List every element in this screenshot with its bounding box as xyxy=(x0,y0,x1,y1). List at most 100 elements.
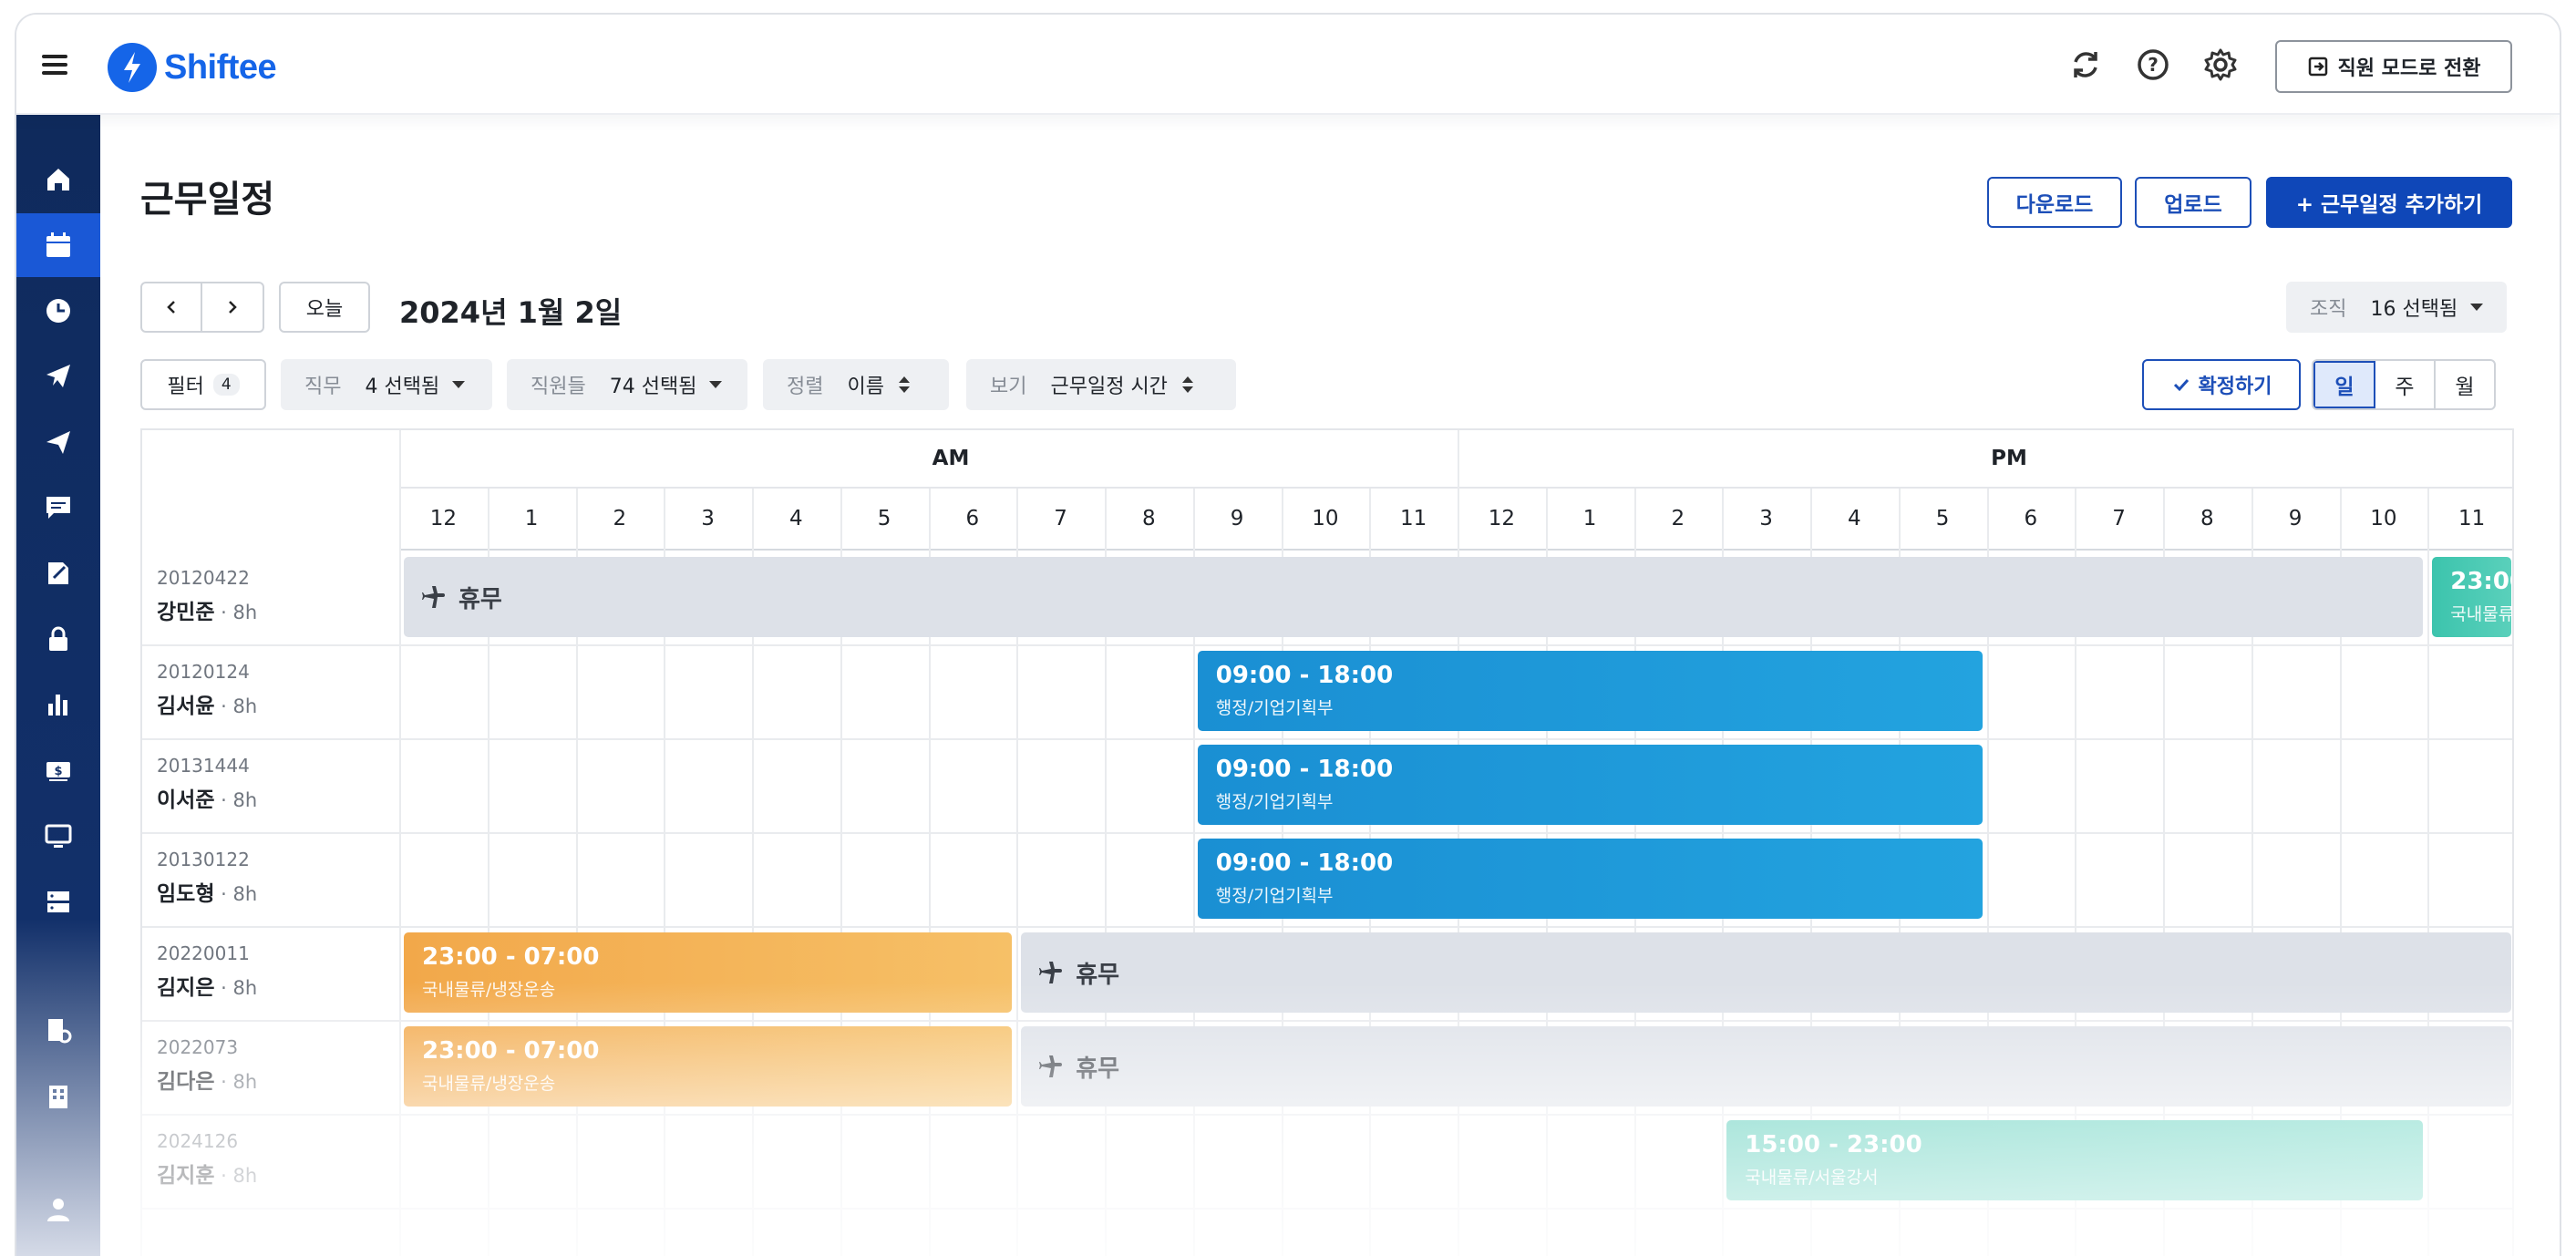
shift-department: 국내물류/냉장운송 xyxy=(422,1074,556,1094)
shift-block[interactable]: 09:00 - 18:00 행정/기업기획부 xyxy=(1197,745,1983,825)
staff-label: 직원들 xyxy=(531,376,586,398)
employee-cell[interactable]: 20220011 김지은 · 8h xyxy=(157,942,257,1001)
row-gridline xyxy=(142,1208,2512,1210)
confirm-button[interactable]: 확정하기 xyxy=(2142,359,2301,410)
view-select[interactable]: 보기 근무일정 시간 xyxy=(966,359,1236,410)
sidebar-item-profile[interactable] xyxy=(16,1178,100,1241)
logo[interactable]: Shiftee xyxy=(108,42,277,93)
day-off-block[interactable]: 휴무 xyxy=(1021,1026,2511,1107)
view-day-button[interactable]: 일 xyxy=(2313,361,2375,408)
sidebar-item-company[interactable] xyxy=(16,1065,100,1128)
shift-block[interactable]: 23:00 - 07:00 국내물류/냉장운송 xyxy=(404,1026,1013,1107)
employee-id: 20120124 xyxy=(157,661,250,683)
employee-hours: 8h xyxy=(232,977,258,999)
brand-name: Shiftee xyxy=(164,47,277,87)
sidebar-item-requests[interactable] xyxy=(16,410,100,474)
row-gridline xyxy=(142,1020,2512,1022)
sidebar-item-payroll[interactable]: $ xyxy=(16,738,100,802)
person-icon xyxy=(47,1199,69,1221)
caret-down-icon xyxy=(2470,304,2484,311)
shift-department: 국내물류/서울강서 xyxy=(1745,1168,1879,1188)
hour-header: 5 xyxy=(1898,489,1987,551)
message-icon xyxy=(46,497,70,519)
employee-name-line: 김지은 · 8h xyxy=(157,970,257,1001)
help-icon[interactable]: ? xyxy=(2135,46,2171,83)
sidebar-item-leave[interactable] xyxy=(16,345,100,408)
day-off-block[interactable]: 휴무 xyxy=(404,557,2424,637)
bar-chart-icon xyxy=(48,695,67,716)
employee-cell[interactable]: 20120124 김서윤 · 8h xyxy=(157,661,257,719)
shift-block[interactable]: 09:00 - 18:00 행정/기업기획부 xyxy=(1197,651,1983,731)
hour-header: 11 xyxy=(1369,489,1458,551)
sidebar-item-security[interactable] xyxy=(16,607,100,671)
shift-block[interactable]: 15:00 - 23:00 국내물류/서울강서 xyxy=(1726,1120,2424,1200)
hour-header: 10 xyxy=(1281,489,1370,551)
sidebar-item-attendance[interactable] xyxy=(16,279,100,343)
employee-cell[interactable]: 20130122 임도형 · 8h xyxy=(157,849,257,907)
am-header: AM xyxy=(399,430,1502,489)
sidebar-item-schedule[interactable] xyxy=(16,213,100,277)
day-off-label: 휴무 xyxy=(1076,961,1120,989)
sort-select[interactable]: 정렬 이름 xyxy=(763,359,949,410)
shift-block[interactable]: 09:00 - 18:00 행정/기업기획부 xyxy=(1197,839,1983,919)
settings-document-icon xyxy=(48,1019,72,1044)
sidebar-item-integrations[interactable] xyxy=(16,870,100,933)
org-label: 조직 xyxy=(2310,298,2347,321)
app-window: Shiftee ? 직원 모드로 전환 $ 근무일정 다운로드 업로드 + 근무… xyxy=(15,13,2561,1256)
employee-name: 이서준 xyxy=(157,788,215,812)
date-navigation xyxy=(140,282,264,333)
calendar-icon xyxy=(46,232,70,257)
hour-header: 1 xyxy=(1545,489,1634,551)
sidebar-item-reports[interactable] xyxy=(16,673,100,736)
switch-employee-mode-button[interactable]: 직원 모드로 전환 xyxy=(2275,40,2512,93)
employee-cell[interactable]: 2022073 김다은 · 8h xyxy=(157,1036,257,1095)
sidebar-item-admin-settings[interactable] xyxy=(16,999,100,1063)
sidebar-item-messages[interactable] xyxy=(16,476,100,540)
settings-icon[interactable] xyxy=(2202,46,2239,83)
refresh-icon[interactable] xyxy=(2067,46,2104,83)
next-day-button[interactable] xyxy=(202,283,263,331)
view-month-button[interactable]: 월 xyxy=(2436,361,2494,408)
shift-time: 09:00 - 18:00 xyxy=(1215,756,1394,783)
download-button[interactable]: 다운로드 xyxy=(1987,177,2122,228)
pm-header: PM xyxy=(1502,430,2512,489)
employee-cell[interactable]: 20131444 이서준 · 8h xyxy=(157,755,257,813)
employee-hours: 8h xyxy=(232,695,258,717)
sidebar-item-devices[interactable] xyxy=(16,804,100,868)
shift-block[interactable]: 23:00 - 07:00 국내물류/냉장운송 xyxy=(404,932,1013,1013)
hour-header: 9 xyxy=(2251,489,2340,551)
confirm-label: 확정하기 xyxy=(2198,376,2272,398)
sidebar-item-home[interactable] xyxy=(16,148,100,211)
employee-name: 김서윤 xyxy=(157,695,215,718)
prev-day-button[interactable] xyxy=(142,283,203,331)
hour-header: 8 xyxy=(1105,489,1193,551)
separator-dot: · xyxy=(214,695,233,717)
chevron-right-icon xyxy=(229,301,237,314)
hour-header: 12 xyxy=(1458,489,1546,551)
separator-dot: · xyxy=(214,1165,233,1187)
employee-name: 김지훈 xyxy=(157,1164,215,1188)
send-icon xyxy=(46,431,70,454)
menu-icon[interactable] xyxy=(42,55,67,75)
day-off-block[interactable]: 휴무 xyxy=(1021,932,2511,1013)
upload-button[interactable]: 업로드 xyxy=(2135,177,2251,228)
role-select[interactable]: 직무 4 선택됨 xyxy=(281,359,492,410)
home-icon xyxy=(47,169,69,190)
employee-cell[interactable]: 20120422 강민준 · 8h xyxy=(157,567,257,625)
staff-select[interactable]: 직원들 74 선택됨 xyxy=(507,359,747,410)
add-schedule-button[interactable]: + 근무일정 추가하기 xyxy=(2266,177,2512,228)
filter-label: 필터 xyxy=(167,376,204,398)
filter-button[interactable]: 필터 4 xyxy=(140,359,266,410)
edit-document-icon xyxy=(48,562,68,584)
hour-header: 2 xyxy=(1633,489,1723,551)
payment-icon: $ xyxy=(46,762,70,781)
main-content: 근무일정 다운로드 업로드 + 근무일정 추가하기 오늘 2024년 1월 2일… xyxy=(100,115,2560,1256)
today-button[interactable]: 오늘 xyxy=(279,282,370,333)
employee-cell[interactable]: 2024126 김지훈 · 8h xyxy=(157,1130,257,1189)
org-select[interactable]: 조직 16 선택됨 xyxy=(2286,282,2508,333)
shift-block[interactable]: 23:00 국내물류 xyxy=(2432,557,2511,637)
view-week-button[interactable]: 주 xyxy=(2375,361,2436,408)
hour-header: 8 xyxy=(2163,489,2251,551)
sidebar-item-documents[interactable] xyxy=(16,541,100,605)
svg-text:$: $ xyxy=(54,765,62,778)
